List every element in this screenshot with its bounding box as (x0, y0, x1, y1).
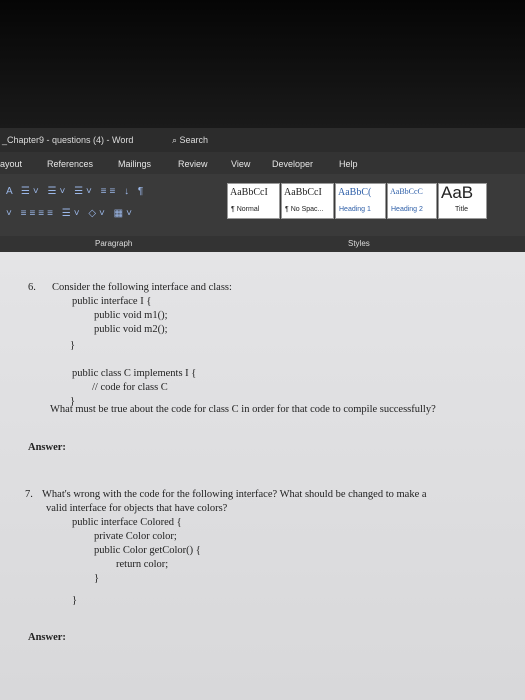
style-label: ¶ No Spac... (285, 206, 324, 213)
title-bar: _Chapter9 - questions (4) - Word ⌕ Searc… (0, 128, 525, 152)
tab-layout[interactable]: ayout (0, 159, 22, 169)
tab-mailings[interactable]: Mailings (118, 159, 151, 169)
document-page[interactable]: 6. Consider the following interface and … (0, 252, 525, 700)
question-text: What must be true about the code for cla… (50, 404, 436, 415)
ribbon-tabs: ayout References Mailings Review View De… (0, 152, 525, 174)
style-sample: AaBbCcC (390, 187, 423, 196)
style-sample: AaB (441, 183, 474, 202)
search-box[interactable]: ⌕ Search (172, 135, 208, 146)
code-line: public interface I { (72, 296, 152, 307)
style-normal[interactable]: AaBbCcI ¶ Normal (227, 183, 280, 219)
style-heading-2[interactable]: AaBbCcC Heading 2 (387, 183, 437, 219)
style-label: Heading 1 (339, 206, 371, 213)
group-styles: Styles (348, 239, 370, 248)
code-line: private Color color; (94, 531, 177, 542)
code-line: } (72, 595, 78, 606)
document-title: _Chapter9 - questions (4) - Word (2, 135, 134, 145)
group-paragraph: Paragraph (95, 239, 133, 248)
style-label: ¶ Normal (231, 206, 260, 213)
code-line: return color; (116, 559, 169, 570)
code-line: } (70, 340, 76, 351)
tab-view[interactable]: View (231, 159, 250, 169)
question-text: Consider the following interface and cla… (52, 282, 232, 293)
tab-help[interactable]: Help (339, 159, 358, 169)
code-line: // code for class C (92, 382, 168, 393)
question-text: What's wrong with the code for the follo… (42, 489, 427, 500)
ribbon-group-labels: Paragraph Styles (0, 236, 525, 252)
question-number: 7. (25, 489, 33, 500)
answer-label: Answer: (28, 632, 66, 643)
tab-references[interactable]: References (47, 159, 93, 169)
alignment-icon[interactable]: ˅ ≡≡≡≡ ☰˅ ◇˅ ▦˅ (6, 208, 135, 219)
style-label: Heading 2 (391, 206, 423, 213)
background-dark-area (0, 0, 525, 128)
tab-developer[interactable]: Developer (272, 159, 313, 169)
code-line: public Color getColor() { (94, 545, 201, 556)
question-number: 6. (28, 282, 36, 293)
code-line: } (94, 573, 100, 584)
style-heading-1[interactable]: AaBbC( Heading 1 (335, 183, 386, 219)
code-line: public void m2(); (94, 324, 168, 335)
search-label: Search (179, 135, 209, 145)
style-sample: AaBbCcI (284, 187, 322, 198)
code-line: public class C implements I { (72, 368, 197, 379)
style-sample: AaBbC( (338, 187, 372, 198)
bullets-icon[interactable]: A ☰˅ ☰˅ ☰˅ ≡≡ ↓ ¶ (6, 186, 146, 197)
code-line: public void m1(); (94, 310, 168, 321)
style-title[interactable]: AaB Title (438, 183, 487, 219)
style-label: Title (455, 206, 468, 213)
style-sample: AaBbCcI (230, 187, 268, 198)
question-text: valid interface for objects that have co… (46, 503, 228, 514)
tab-review[interactable]: Review (178, 159, 208, 169)
style-no-spacing[interactable]: AaBbCcI ¶ No Spac... (281, 183, 334, 219)
code-line: public interface Colored { (72, 517, 182, 528)
answer-label: Answer: (28, 442, 66, 453)
